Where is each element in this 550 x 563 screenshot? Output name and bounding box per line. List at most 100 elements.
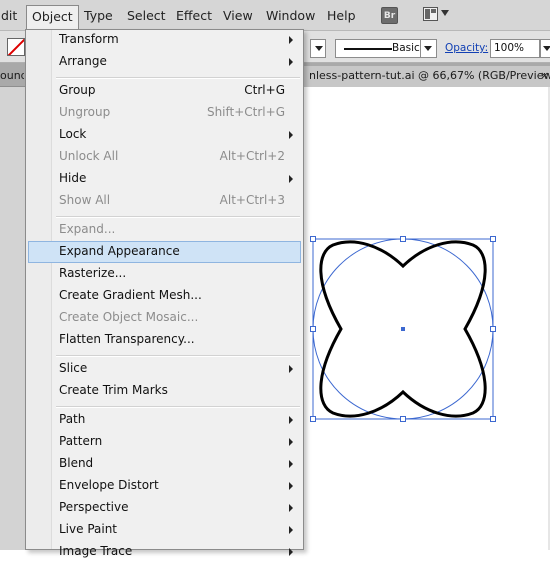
menu-item-label: Blend bbox=[59, 456, 94, 470]
menu-item-blend[interactable]: Blend bbox=[28, 453, 301, 475]
menu-separator bbox=[56, 355, 300, 357]
opacity-value: 100% bbox=[494, 42, 525, 54]
fill-none-swatch[interactable] bbox=[7, 38, 25, 56]
menu-item-ungroup: Ungroup Shift+Ctrl+G bbox=[28, 102, 301, 124]
menu-item-label: Rasterize... bbox=[59, 266, 127, 280]
submenu-arrow-icon bbox=[289, 438, 293, 446]
close-tab-icon[interactable]: × bbox=[540, 66, 549, 87]
workspace-layout-icon bbox=[423, 7, 438, 21]
menu-item-hide[interactable]: Hide bbox=[28, 168, 301, 190]
menu-item-slice[interactable]: Slice bbox=[28, 358, 301, 380]
submenu-arrow-icon bbox=[289, 131, 293, 139]
handle-bottom-center bbox=[400, 416, 406, 422]
menu-item-label: Expand... bbox=[59, 222, 116, 236]
menu-item-live-paint[interactable]: Live Paint bbox=[28, 519, 301, 541]
handle-middle-left bbox=[310, 326, 316, 332]
menu-item-expand-appearance[interactable]: Expand Appearance bbox=[28, 241, 301, 263]
menu-item-unlock-all: Unlock All Alt+Ctrl+2 bbox=[28, 146, 301, 168]
menu-object[interactable]: Object bbox=[26, 5, 79, 29]
menu-item-arrange[interactable]: Arrange bbox=[28, 51, 301, 73]
center-point bbox=[401, 327, 405, 331]
menu-item-label: Slice bbox=[59, 361, 88, 375]
menu-item-shortcut: Alt+Ctrl+3 bbox=[219, 193, 285, 207]
stroke-weight-dropdown[interactable] bbox=[310, 39, 326, 58]
opacity-dropdown-button[interactable] bbox=[540, 39, 550, 58]
handle-middle-right bbox=[490, 326, 496, 332]
menu-item-label: Show All bbox=[59, 193, 111, 207]
menu-edit[interactable]: dit bbox=[0, 6, 22, 26]
menu-item-create-gradient-mesh[interactable]: Create Gradient Mesh... bbox=[28, 285, 301, 307]
menu-item-label: Create Object Mosaic... bbox=[59, 310, 199, 324]
submenu-arrow-icon bbox=[289, 58, 293, 66]
menu-item-path[interactable]: Path bbox=[28, 409, 301, 431]
document-tab-active[interactable]: nless-pattern-tut.ai @ 66,67% (RGB/Previ… bbox=[302, 66, 550, 87]
opacity-link[interactable]: Opacity: bbox=[445, 42, 488, 54]
submenu-arrow-icon bbox=[289, 548, 293, 556]
dropdown-divider bbox=[420, 40, 421, 57]
menu-separator bbox=[56, 216, 300, 218]
menu-item-label: Expand Appearance bbox=[59, 244, 180, 258]
handle-top-left bbox=[310, 236, 316, 242]
menu-item-label: Unlock All bbox=[59, 149, 119, 163]
tools-panel-edge bbox=[0, 87, 27, 550]
object-menu-dropdown: Transform Arrange Group Ctrl+G Ungroup Shift+… bbox=[25, 29, 304, 558]
menu-item-envelope-distort[interactable]: Envelope Distort bbox=[28, 475, 301, 497]
menu-item-group[interactable]: Group Ctrl+G bbox=[28, 80, 301, 102]
menu-separator bbox=[56, 406, 300, 408]
opacity-input[interactable]: 100% bbox=[490, 39, 540, 58]
menu-item-transform[interactable]: Transform bbox=[28, 29, 301, 51]
menu-item-label: Pattern bbox=[59, 434, 103, 448]
handle-bottom-right bbox=[490, 416, 496, 422]
menu-item-label: Path bbox=[59, 412, 86, 426]
menu-item-pattern[interactable]: Pattern bbox=[28, 431, 301, 453]
submenu-arrow-icon bbox=[289, 504, 293, 512]
document-tab-inactive[interactable]: ound bbox=[0, 66, 24, 87]
menu-view[interactable]: View bbox=[218, 6, 258, 26]
menu-item-flatten-transparency[interactable]: Flatten Transparency... bbox=[28, 329, 301, 351]
submenu-arrow-icon bbox=[289, 416, 293, 424]
menu-type[interactable]: Type bbox=[79, 6, 118, 26]
stroke-profile-label: Basic bbox=[392, 42, 420, 54]
menu-item-label: Image Trace bbox=[59, 544, 133, 558]
chevron-down-icon bbox=[441, 10, 449, 16]
menu-separator bbox=[56, 77, 300, 79]
menu-item-create-trim-marks[interactable]: Create Trim Marks bbox=[28, 380, 301, 402]
submenu-arrow-icon bbox=[289, 526, 293, 534]
menu-item-rasterize[interactable]: Rasterize... bbox=[28, 263, 301, 285]
menu-item-label: Lock bbox=[59, 127, 87, 141]
menu-bar: dit Object Type Select Effect View Windo… bbox=[0, 0, 550, 31]
menu-item-label: Live Paint bbox=[59, 522, 118, 536]
menu-help[interactable]: Help bbox=[322, 6, 361, 26]
menu-item-lock[interactable]: Lock bbox=[28, 124, 301, 146]
menu-item-expand: Expand... bbox=[28, 219, 301, 241]
workspace-switcher-button[interactable] bbox=[423, 6, 451, 25]
chevron-down-icon bbox=[424, 46, 432, 51]
menu-item-show-all: Show All Alt+Ctrl+3 bbox=[28, 190, 301, 212]
bridge-button[interactable]: Br bbox=[381, 7, 398, 24]
menu-item-label: Envelope Distort bbox=[59, 478, 159, 492]
submenu-arrow-icon bbox=[289, 365, 293, 373]
menu-item-shortcut: Shift+Ctrl+G bbox=[206, 105, 285, 119]
menu-item-label: Ungroup bbox=[59, 105, 111, 119]
submenu-arrow-icon bbox=[289, 482, 293, 490]
menu-window[interactable]: Window bbox=[261, 6, 320, 26]
stroke-profile-dropdown[interactable]: Basic bbox=[335, 39, 437, 58]
menu-item-label: Perspective bbox=[59, 500, 129, 514]
submenu-arrow-icon bbox=[289, 36, 293, 44]
menu-item-shortcut: Ctrl+G bbox=[244, 83, 285, 97]
menu-item-label: Create Gradient Mesh... bbox=[59, 288, 202, 302]
submenu-arrow-icon bbox=[289, 175, 293, 183]
menu-select[interactable]: Select bbox=[122, 6, 171, 26]
menu-item-image-trace[interactable]: Image Trace bbox=[28, 541, 301, 563]
menu-item-perspective[interactable]: Perspective bbox=[28, 497, 301, 519]
chevron-down-icon bbox=[543, 46, 550, 51]
menu-item-label: Transform bbox=[59, 32, 119, 46]
menu-item-label: Create Trim Marks bbox=[59, 383, 168, 397]
handle-bottom-left bbox=[310, 416, 316, 422]
menu-item-shortcut: Alt+Ctrl+2 bbox=[219, 149, 285, 163]
menu-effect[interactable]: Effect bbox=[171, 6, 217, 26]
stroke-profile-preview bbox=[344, 48, 392, 50]
menu-item-create-object-mosaic: Create Object Mosaic... bbox=[28, 307, 301, 329]
menu-item-label: Hide bbox=[59, 171, 87, 185]
handle-top-right bbox=[490, 236, 496, 242]
